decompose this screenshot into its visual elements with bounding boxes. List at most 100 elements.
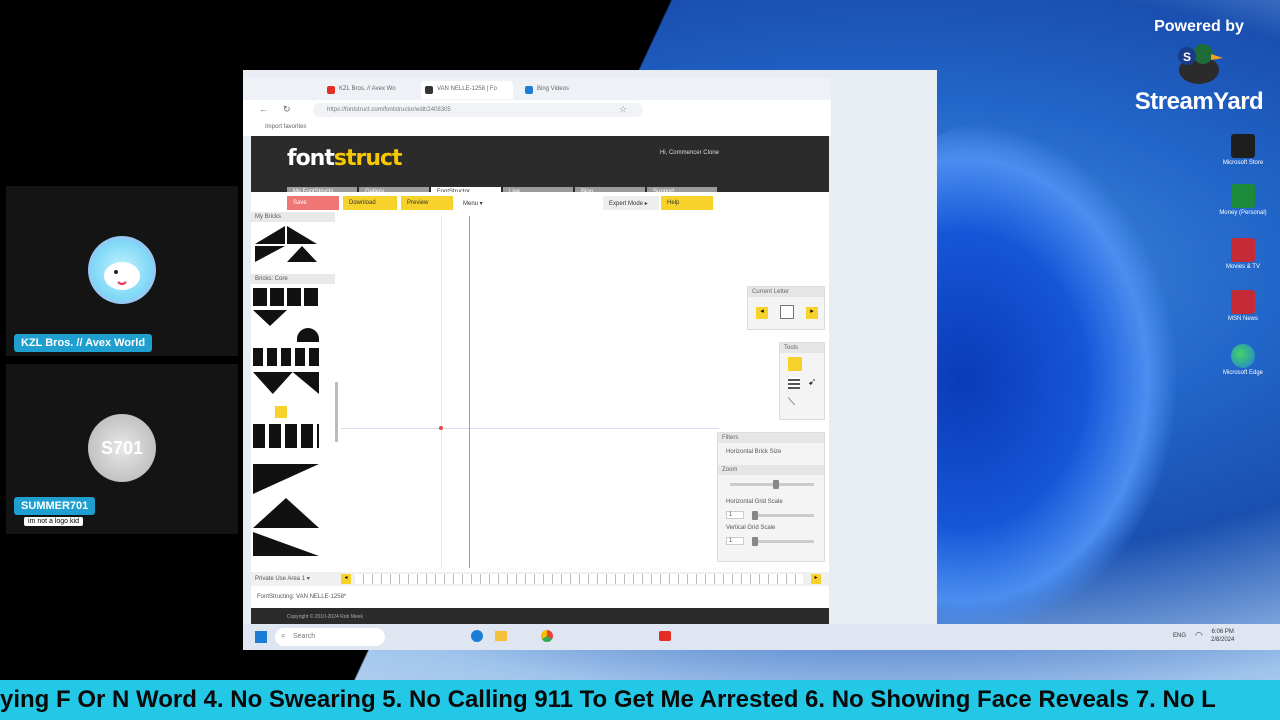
line-tool-icon[interactable]: ⟍ (788, 397, 795, 408)
refresh-icon[interactable]: ↻ (283, 104, 291, 115)
windows-start-icon[interactable] (255, 631, 267, 643)
glyph-canvas[interactable] (341, 216, 719, 568)
menu-button[interactable]: Menu ▾ (457, 196, 495, 210)
h-grid-scale-slider[interactable] (752, 511, 814, 520)
back-icon[interactable]: ← (259, 104, 268, 114)
filters-title: Filters (718, 433, 824, 443)
wifi-icon: ◠ (1195, 630, 1203, 640)
tab-fontstruct[interactable]: VAN NELLE-1258 | Fo (421, 81, 513, 99)
brick-tile[interactable] (253, 310, 287, 326)
brick-tile[interactable] (287, 226, 317, 244)
rules-ticker: ying F Or N Word 4. No Swearing 5. No Ca… (0, 680, 1280, 720)
brick-tile[interactable] (253, 498, 319, 528)
character-strip: Private Use Area 1 ▾ ◂ ▸ (251, 572, 829, 586)
tools-panel: Tools ➹ ⟍ (779, 342, 825, 420)
tab-bing-videos[interactable]: Bing Videos (521, 81, 611, 99)
stream-stage: Powered by S StreamYard KZL Bros. // Ave… (0, 0, 1280, 680)
participant-subtitle: im not a logo kid (24, 517, 83, 526)
import-favorites-link[interactable]: Import favorites (265, 124, 306, 130)
help-button[interactable]: Help (661, 196, 713, 210)
explorer-taskbar-icon[interactable] (495, 631, 507, 641)
streamyard-brand-text: StreamYard (1134, 88, 1264, 115)
brick-tile[interactable] (255, 226, 285, 244)
participant-avatar (88, 236, 156, 304)
expert-mode-toggle[interactable]: Expert Mode ▸ (603, 196, 659, 210)
money-icon (1231, 184, 1255, 208)
brick-tile-selected[interactable] (275, 406, 287, 418)
streamyard-logo: Powered by S StreamYard (1134, 18, 1264, 116)
prev-letter-button[interactable]: ◂ (756, 307, 768, 319)
strip-prev-button[interactable]: ◂ (341, 574, 351, 584)
h-brick-size-label: Horizontal Brick Size (726, 449, 782, 455)
grid-tool-icon[interactable] (788, 377, 800, 389)
h-grid-scale-value[interactable]: 1 (726, 511, 744, 519)
v-grid-scale-label: Vertical Grid Scale (726, 525, 776, 531)
participant-tile-2: S701 SUMMER701 im not a logo kid (6, 364, 238, 534)
preview-button[interactable]: Preview (401, 196, 453, 210)
duck-logo-icon: S (1173, 42, 1225, 86)
fontstruct-page: fontstruct Hi, Commencer Clone My FontSt… (251, 136, 829, 626)
brick-tile[interactable] (287, 246, 317, 262)
url-input[interactable]: https://fontstruct.com/fontstructor/edit… (313, 103, 643, 117)
bricks-core-label[interactable]: Bricks: Core (251, 274, 335, 284)
current-letter-box (780, 305, 794, 319)
v-grid-scale-value[interactable]: 1 (726, 537, 744, 545)
brick-tile[interactable] (253, 464, 319, 494)
desktop-icon-money[interactable]: Money (Personal) (1218, 184, 1268, 216)
participant-avatar: S701 (88, 414, 156, 482)
desktop-icon-edge[interactable]: Microsoft Edge (1218, 344, 1268, 376)
charset-select[interactable]: Private Use Area 1 ▾ (255, 575, 335, 584)
grid-left-bearing (441, 216, 442, 568)
youtube-icon (327, 86, 335, 94)
brick-tile[interactable] (255, 246, 285, 262)
brick-tile[interactable] (253, 288, 319, 306)
address-bar: ← ↻ https://fontstruct.com/fontstructor/… (243, 100, 831, 120)
favorites-bar: Import favorites (243, 120, 831, 136)
star-icon[interactable]: ☆ (619, 104, 627, 115)
brick-tile[interactable] (297, 328, 319, 342)
fontstruct-logo[interactable]: fontstruct (287, 146, 403, 171)
v-grid-knob[interactable] (752, 537, 758, 546)
v-grid-scale-slider[interactable] (752, 537, 814, 546)
bing-icon (525, 86, 533, 94)
desktop-icon-store[interactable]: Microsoft Store (1218, 134, 1268, 166)
brick-tile[interactable] (253, 372, 319, 394)
zoom-slider[interactable] (730, 480, 814, 489)
pencil-tool-icon[interactable] (788, 357, 802, 371)
fontstruct-header: fontstruct Hi, Commencer Clone My FontSt… (251, 136, 829, 199)
participant-tile-1: KZL Bros. // Avex World (6, 186, 238, 356)
download-button[interactable]: Download (343, 196, 397, 210)
chrome-taskbar-icon[interactable] (541, 630, 553, 642)
news-icon (1231, 290, 1255, 314)
bricks-sidebar: My Bricks Bricks: Core (251, 212, 341, 572)
editor-toolbar: Save Download Preview Menu ▾ Expert Mode… (251, 192, 829, 212)
filters-panel: Filters Horizontal Brick Size Zoom Horiz… (717, 432, 825, 562)
brick-tile[interactable] (253, 424, 319, 448)
desktop-icon-movies[interactable]: Movies & TV (1218, 238, 1268, 270)
edge-taskbar-icon[interactable] (471, 630, 483, 642)
zoom-slider-knob[interactable] (773, 480, 779, 489)
user-greeting[interactable]: Hi, Commencer Clone (660, 150, 719, 156)
language-indicator[interactable]: ENG (1173, 633, 1186, 639)
brick-tile[interactable] (253, 348, 319, 366)
glyph-slots[interactable] (355, 574, 803, 584)
canvas-origin-marker (439, 426, 443, 430)
next-letter-button[interactable]: ▸ (806, 307, 818, 319)
h-grid-knob[interactable] (752, 511, 758, 520)
tools-title: Tools (780, 343, 824, 353)
movies-icon (1231, 238, 1255, 262)
youtube-taskbar-icon[interactable] (659, 631, 671, 641)
participant-name-tag: KZL Bros. // Avex World (14, 334, 153, 352)
clock[interactable]: 6:06 PM 2/8/2024 (1211, 628, 1234, 644)
pointer-tool-icon[interactable]: ➹ (808, 377, 816, 388)
taskbar-search-input[interactable]: ⌕ Search (275, 628, 385, 646)
current-letter-title: Current Letter (748, 287, 824, 297)
bricks-scrollbar[interactable] (335, 382, 338, 442)
brick-tile[interactable] (253, 532, 319, 556)
save-button[interactable]: Save (287, 196, 339, 210)
tab-youtube[interactable]: KZL Bros. // Avex Wo (323, 81, 411, 99)
desktop-icon-news[interactable]: MSN News (1218, 290, 1268, 322)
my-bricks-label: My Bricks (251, 212, 335, 222)
strip-next-button[interactable]: ▸ (811, 574, 821, 584)
h-grid-scale-label: Horizontal Grid Scale (726, 499, 783, 505)
